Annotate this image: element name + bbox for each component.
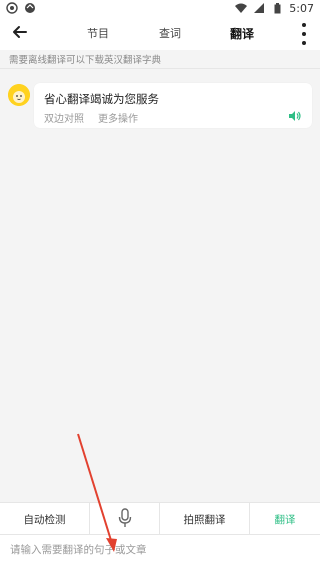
input-area	[0, 534, 320, 566]
speaker-icon[interactable]	[288, 108, 302, 122]
translate-button[interactable]: 翻译	[250, 503, 320, 535]
divider	[0, 68, 320, 69]
tab-programs[interactable]: 节目	[62, 25, 134, 41]
offline-dictionary-hint[interactable]: 需要离线翻译可以下载英汉翻译字典	[9, 52, 161, 66]
bilingual-compare-button[interactable]: 双边对照	[44, 110, 84, 125]
wifi-icon	[235, 2, 248, 14]
bot-avatar	[8, 84, 30, 106]
tab-bar: 节目 查词 翻译	[62, 16, 278, 50]
auto-detect-button[interactable]: 自动检测	[0, 503, 90, 535]
tab-translate[interactable]: 翻译	[206, 25, 278, 42]
signal-icon	[253, 2, 265, 14]
bottom-toolbar: 自动检测 拍照翻译 翻译	[0, 502, 320, 535]
sync-notification-icon	[24, 2, 36, 14]
app-notification-icon	[6, 2, 18, 14]
message-bubble: 省心翻译竭诚为您服务 双边对照 更多操作	[34, 83, 312, 128]
message-actions: 双边对照 更多操作	[44, 110, 138, 125]
voice-input-button[interactable]	[90, 503, 160, 535]
translate-input[interactable]	[8, 543, 312, 557]
battery-icon	[271, 2, 283, 14]
message-text: 省心翻译竭诚为您服务	[44, 92, 159, 106]
more-vertical-icon[interactable]	[300, 23, 308, 45]
microphone-icon	[118, 507, 132, 531]
photo-translate-button[interactable]: 拍照翻译	[160, 503, 250, 535]
more-actions-button[interactable]: 更多操作	[98, 110, 138, 125]
status-time: 5:07	[289, 1, 314, 15]
top-navigation-bar: 节目 查词 翻译	[0, 16, 320, 50]
back-arrow-icon[interactable]	[10, 22, 30, 42]
tab-dictionary[interactable]: 查词	[134, 25, 206, 41]
status-bar: 5:07	[0, 0, 320, 16]
